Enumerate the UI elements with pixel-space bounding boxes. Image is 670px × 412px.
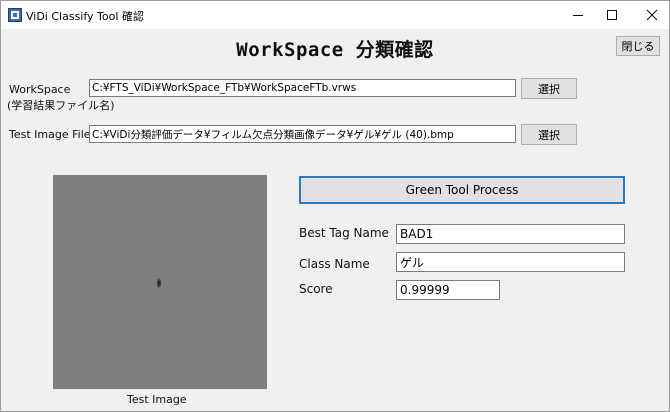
test-image-preview xyxy=(53,175,267,389)
window-title: ViDi Classify Tool 確認 xyxy=(26,10,144,23)
close-icon xyxy=(646,9,658,21)
test-image-file-label: Test Image File xyxy=(9,128,91,141)
window-close-button[interactable] xyxy=(635,1,669,29)
minimize-icon xyxy=(573,15,583,16)
page-title: WorkSpace 分類確認 xyxy=(236,39,434,61)
class-name-label: Class Name xyxy=(299,257,370,271)
close-dialog-button[interactable]: 閉じる xyxy=(616,36,660,56)
test-image-browse-button[interactable]: 選択 xyxy=(521,124,577,145)
workspace-path-input[interactable]: C:¥FTS_ViDi¥WorkSpace_FTb¥WorkSpaceFTb.v… xyxy=(89,79,516,97)
score-field[interactable]: 0.99999 xyxy=(396,280,500,300)
test-image-caption: Test Image xyxy=(127,393,187,406)
app-icon xyxy=(8,8,22,22)
workspace-label: WorkSpace xyxy=(9,83,71,96)
maximize-button[interactable] xyxy=(595,1,629,29)
title-bar[interactable]: ViDi Classify Tool 確認 xyxy=(1,1,669,29)
app-window: ViDi Classify Tool 確認 WorkSpace 分類確認 閉じる… xyxy=(0,0,670,412)
green-tool-process-button[interactable]: Green Tool Process xyxy=(299,176,625,204)
class-name-field[interactable]: ゲル xyxy=(396,252,625,272)
score-label: Score xyxy=(299,282,333,296)
best-tag-name-label: Best Tag Name xyxy=(299,226,389,240)
test-image-path-input[interactable]: C:¥ViDi分類評価データ¥フィルム欠点分類画像データ¥ゲル¥ゲル (40).… xyxy=(89,125,516,143)
best-tag-name-field[interactable]: BAD1 xyxy=(396,224,625,244)
maximize-icon xyxy=(607,10,617,20)
test-image-picture xyxy=(53,175,267,389)
workspace-sublabel: (学習結果ファイル名) xyxy=(7,99,115,112)
minimize-button[interactable] xyxy=(561,1,595,29)
workspace-browse-button[interactable]: 選択 xyxy=(521,78,577,99)
